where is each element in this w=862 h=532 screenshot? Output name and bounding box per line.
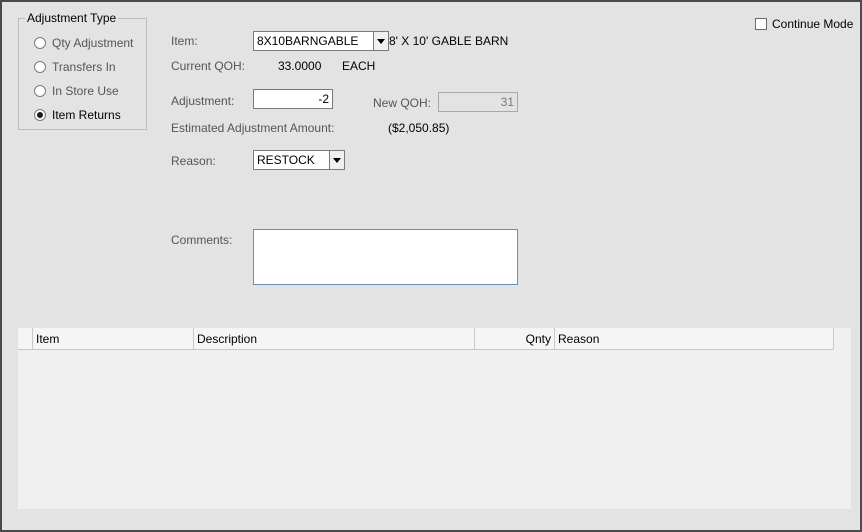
chevron-down-icon (377, 38, 385, 44)
estimated-amount-label: Estimated Adjustment Amount: (171, 121, 335, 135)
radio-qty-adjustment[interactable]: Qty Adjustment (34, 35, 133, 51)
radio-button[interactable] (34, 37, 46, 49)
adjustment-type-title: Adjustment Type (25, 11, 119, 25)
adjustment-label: Adjustment: (171, 94, 235, 108)
estimated-amount-value: ($2,050.85) (388, 121, 450, 135)
column-header-description[interactable]: Description (194, 328, 475, 350)
comments-textarea[interactable] (253, 229, 518, 285)
radio-label: Transfers In (52, 60, 116, 74)
current-qoh-unit: EACH (342, 59, 376, 73)
column-header-reason[interactable]: Reason (555, 328, 834, 350)
row-selector-header (18, 328, 33, 350)
checkbox-box[interactable] (755, 18, 767, 30)
column-header-item[interactable]: Item (33, 328, 194, 350)
radio-button[interactable] (34, 61, 46, 73)
radio-in-store-use[interactable]: In Store Use (34, 83, 119, 99)
item-dropdown-button[interactable] (373, 31, 389, 51)
item-combobox[interactable]: 8X10BARNGABLE (253, 31, 375, 51)
chevron-down-icon (333, 157, 341, 163)
adjustment-input[interactable]: -2 (253, 89, 333, 109)
reason-dropdown-button[interactable] (329, 150, 345, 170)
adjustments-grid[interactable]: Item Description Qnty Reason (18, 328, 851, 509)
new-qoh-field: 31 (438, 92, 518, 112)
current-qoh-value: 33.0000 (278, 59, 322, 73)
adjustment-window: Adjustment Type Qty Adjustment Transfers… (0, 0, 862, 532)
radio-label: Item Returns (52, 108, 121, 122)
item-description: 8' X 10' GABLE BARN (389, 34, 509, 48)
adjustment-type-group: Adjustment Type Qty Adjustment Transfers… (18, 11, 147, 130)
comments-label: Comments: (171, 233, 233, 247)
radio-button[interactable] (34, 85, 46, 97)
radio-transfers-in[interactable]: Transfers In (34, 59, 116, 75)
reason-label: Reason: (171, 154, 216, 168)
reason-combobox[interactable]: RESTOCK (253, 150, 331, 170)
current-qoh-label: Current QOH: (171, 59, 246, 73)
radio-label: In Store Use (52, 84, 119, 98)
new-qoh-label: New QOH: (373, 96, 432, 110)
radio-label: Qty Adjustment (52, 36, 134, 50)
continue-mode-label: Continue Mode (772, 17, 854, 31)
radio-button-selected[interactable] (34, 109, 46, 121)
radio-item-returns[interactable]: Item Returns (34, 107, 121, 123)
item-label: Item: (171, 34, 198, 48)
grid-header: Item Description Qnty Reason (18, 328, 834, 350)
column-header-qnty[interactable]: Qnty (475, 328, 555, 350)
continue-mode-checkbox[interactable]: Continue Mode (755, 17, 853, 31)
